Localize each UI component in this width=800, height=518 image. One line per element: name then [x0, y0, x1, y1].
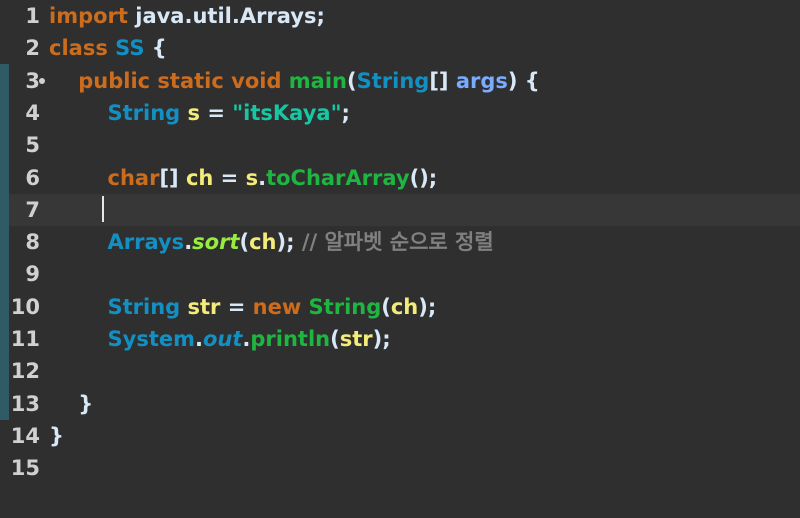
code-token: ( [239, 230, 250, 255]
code-text: } [49, 388, 93, 420]
code-line[interactable]: 12 [0, 355, 800, 387]
code-token: ; [341, 100, 350, 125]
code-token: ); [276, 230, 302, 255]
code-text: String s = "itsKaya"; [49, 97, 350, 129]
code-token: println [250, 327, 331, 351]
code-token: Arrays [107, 230, 185, 255]
change-ruler [0, 64, 9, 420]
code-token: "itsKaya" [232, 100, 342, 125]
code-token: args [455, 68, 508, 93]
code-token: char [107, 165, 160, 190]
code-token: [] [159, 165, 186, 190]
code-line[interactable]: 1 import java.util.Arrays; [0, 0, 800, 32]
code-text: char[] ch = s.toCharArray(); [49, 162, 438, 194]
code-token: public static void [78, 68, 282, 93]
code-token: class [49, 36, 108, 61]
code-token: (); [409, 165, 438, 190]
code-token: . [194, 327, 203, 351]
code-token: sort [192, 230, 240, 255]
line-number: 1 [25, 4, 40, 28]
code-token: ); [418, 294, 437, 319]
code-editor[interactable]: 15 14} 13 } 12 11 System.out.println(str); 10… [0, 0, 800, 518]
code-token: ) { [507, 68, 540, 93]
code-token: // 알파벳 순으로 정렬 [301, 230, 494, 255]
code-token: SS [115, 36, 145, 61]
code-token: = [220, 294, 253, 319]
code-token: ch [185, 165, 214, 190]
code-token: String [308, 294, 382, 319]
code-token: str [187, 294, 221, 319]
code-token: String [107, 294, 181, 319]
code-token: main [288, 68, 347, 93]
code-token: out [202, 327, 243, 351]
fold-toggle-icon[interactable] [39, 77, 45, 84]
line-number: 14 [10, 423, 40, 448]
code-token: System [107, 327, 195, 351]
code-text: Arrays.sort(ch); // 알파벳 순으로 정렬 [49, 226, 494, 258]
line-number: 2 [25, 36, 40, 61]
code-line[interactable]: 15 [0, 452, 800, 484]
code-line[interactable]: 2 class SS { [0, 32, 800, 64]
code-text: public static void main(String[] args) { [49, 65, 540, 97]
line-number: 15 [10, 456, 40, 481]
code-token: s [187, 100, 201, 125]
code-line[interactable]: 14} [0, 420, 800, 452]
code-token: = [213, 165, 246, 190]
code-text: import java.util.Arrays; [49, 0, 325, 32]
code-token: . [184, 230, 193, 255]
code-line[interactable]: 6 char[] ch = s.toCharArray(); [0, 162, 800, 194]
code-token: } [49, 391, 94, 416]
code-token: ); [372, 327, 391, 351]
text-cursor [102, 196, 104, 222]
code-line[interactable]: 4 String s = "itsKaya"; [0, 97, 800, 129]
code-line[interactable]: 11 System.out.println(str); [0, 323, 800, 355]
code-line[interactable]: 8 Arrays.sort(ch); // 알파벳 순으로 정렬 [0, 226, 800, 258]
code-line[interactable]: 9 [0, 258, 800, 290]
code-text: System.out.println(str); [49, 323, 391, 355]
code-token: { [144, 36, 167, 61]
code-token: s [245, 165, 259, 190]
code-token: new [252, 294, 302, 319]
code-token: . [258, 165, 267, 190]
code-text: } [49, 420, 64, 452]
code-token: java.util.Arrays; [127, 4, 325, 28]
code-token: toCharArray [266, 165, 410, 190]
code-token: ( [347, 68, 357, 93]
code-token: ( [330, 327, 340, 351]
code-token: [] [429, 68, 456, 93]
code-line[interactable]: 3 public static void main(String[] args)… [0, 65, 800, 97]
code-token: String [356, 68, 430, 93]
code-text: String str = new String(ch); [49, 291, 437, 323]
code-line[interactable]: 10 String str = new String(ch); [0, 291, 800, 323]
code-token: ch [249, 230, 277, 255]
code-line[interactable]: 7 [0, 193, 800, 226]
code-token: ch [390, 294, 419, 319]
code-token: str [339, 327, 373, 351]
code-token: = [200, 100, 233, 125]
code-line[interactable]: 13 } [0, 388, 800, 420]
code-token: } [49, 423, 64, 448]
code-token: import [49, 4, 128, 28]
code-token: String [107, 100, 181, 125]
code-line[interactable]: 5 [0, 129, 800, 161]
code-text: class SS { [49, 32, 167, 64]
code-token: ( [381, 294, 391, 319]
